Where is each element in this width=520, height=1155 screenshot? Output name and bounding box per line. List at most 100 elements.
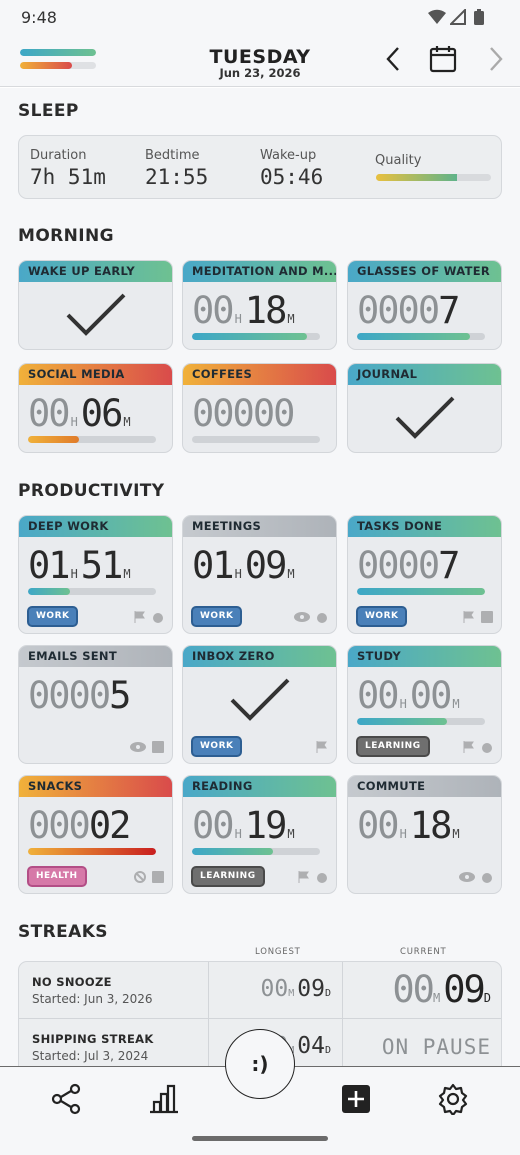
eye-icon	[294, 612, 310, 622]
card-mini-icons	[463, 741, 493, 753]
timer-value: 00 H 00 M	[357, 674, 460, 717]
card-mini-icons	[316, 741, 328, 753]
page-date: Jun 23, 2026	[219, 66, 301, 80]
checkmark-icon	[395, 396, 455, 439]
status-bar: 9:48	[0, 0, 520, 36]
card-mini-icons	[134, 871, 164, 883]
progress-bar	[28, 436, 156, 443]
card-journal[interactable]: JOURNAL	[347, 363, 502, 453]
checkmark-icon	[230, 678, 290, 721]
counter-value: 0000 5	[28, 674, 131, 717]
card-mini-icons	[298, 871, 328, 883]
signal-icon	[450, 9, 466, 25]
streak-started: Started: Jul 3, 2024	[32, 1049, 149, 1063]
progress-bar	[192, 333, 320, 340]
column-header-current: CURRENT	[400, 947, 447, 957]
card-mini-icons	[134, 611, 164, 623]
streak-started: Started: Jun 3, 2026	[32, 992, 153, 1006]
card-tasks-done[interactable]: TASKS DONE 0000 7 WORK	[347, 515, 502, 634]
flag-icon	[316, 741, 327, 753]
timer-icon	[317, 873, 327, 883]
card-reading[interactable]: READING 00 H 19 M LEARNING	[182, 775, 337, 894]
card-title: READING	[183, 776, 336, 797]
section-title-morning: MORNING	[18, 226, 114, 246]
card-coffees[interactable]: COFFEES 00000	[182, 363, 337, 453]
card-meetings[interactable]: MEETINGS 01 H 09 M WORK	[182, 515, 337, 634]
card-title: GLASSES OF WATER	[348, 261, 501, 282]
column-header-longest: LONGEST	[255, 947, 301, 957]
status-time: 9:48	[21, 8, 57, 27]
home-indicator[interactable]	[192, 1136, 328, 1141]
settings-button[interactable]	[433, 1079, 473, 1119]
add-button[interactable]	[336, 1079, 376, 1119]
progress-bar	[192, 848, 320, 855]
card-inbox-zero[interactable]: INBOX ZERO WORK	[182, 645, 337, 764]
streak-current-paused: ON PAUSE	[381, 1035, 491, 1059]
add-icon	[342, 1085, 370, 1113]
timer-value: 01 H 09 M	[192, 544, 295, 587]
section-title-streaks: STREAKS	[18, 922, 108, 942]
chart-icon	[481, 611, 493, 623]
progress-bar	[357, 588, 485, 595]
chart-icon	[152, 741, 164, 753]
progress-bar	[192, 436, 320, 443]
sleep-card[interactable]: Duration 7h 51m Bedtime 21:55 Wake-up 05…	[18, 135, 502, 199]
timer-value: 01 H 51 M	[28, 544, 131, 587]
page-title: TUESDAY	[209, 46, 311, 68]
card-study[interactable]: STUDY 00 H 00 M LEARNING	[347, 645, 502, 764]
eye-icon	[459, 872, 475, 882]
card-title: JOURNAL	[348, 364, 501, 385]
tag-learning: LEARNING	[191, 866, 265, 887]
card-deep-work[interactable]: DEEP WORK 01 H 51 M WORK	[18, 515, 173, 634]
timer-icon	[153, 613, 163, 623]
tag-work: WORK	[27, 606, 79, 627]
card-title: DEEP WORK	[19, 516, 172, 537]
eye-icon	[130, 742, 146, 752]
flag-icon	[463, 741, 474, 753]
card-glasses-of-water[interactable]: GLASSES OF WATER 0000 7	[347, 260, 502, 350]
next-day-button[interactable]	[481, 44, 511, 74]
chevron-left-icon	[386, 47, 399, 71]
counter-value: 000 02	[28, 804, 131, 847]
sleep-quality-label: Quality	[375, 153, 422, 168]
header: TUESDAY Jun 23, 2026	[0, 36, 520, 87]
prev-day-button[interactable]	[378, 44, 408, 74]
card-social-media[interactable]: SOCIAL MEDIA 00 H 06 M	[18, 363, 173, 453]
progress-bar	[357, 333, 485, 340]
card-commute[interactable]: COMMUTE 00 H 18 M	[347, 775, 502, 894]
flag-icon	[298, 871, 309, 883]
streak-name: NO SNOOZE	[32, 975, 112, 989]
card-title: WAKE UP EARLY	[19, 261, 172, 282]
progress-bar	[28, 848, 156, 855]
wifi-icon	[428, 9, 446, 24]
timer-value: 00 H 18 M	[192, 289, 295, 332]
card-wake-up-early[interactable]: WAKE UP EARLY	[18, 260, 173, 350]
main-content: SLEEP Duration 7h 51m Bedtime 21:55 Wake…	[0, 88, 520, 1066]
card-mini-icons	[294, 611, 328, 623]
counter-value: 0000 7	[357, 289, 460, 332]
counter-value: 0000 7	[357, 544, 460, 587]
mood-button[interactable]: :)	[225, 1029, 295, 1099]
sleep-duration-label: Duration	[30, 148, 87, 163]
sleep-wakeup-value: 05:46	[260, 165, 324, 189]
sleep-quality-bar	[376, 174, 491, 181]
card-snacks[interactable]: SNACKS 000 02 HEALTH	[18, 775, 173, 894]
card-title: COFFEES	[183, 364, 336, 385]
timer-icon	[482, 743, 492, 753]
share-button[interactable]	[46, 1079, 86, 1119]
counter-value: 00000	[192, 392, 295, 435]
progress-bar	[357, 718, 485, 725]
sleep-bedtime-label: Bedtime	[145, 148, 200, 163]
stats-button[interactable]	[144, 1079, 184, 1119]
streak-row[interactable]: NO SNOOZE Started: Jun 3, 2026 00 M 09 D 00…	[19, 962, 501, 1018]
chart-icon	[152, 871, 164, 883]
calendar-button[interactable]	[428, 44, 458, 74]
card-emails-sent[interactable]: EMAILS SENT 0000 5	[18, 645, 173, 764]
checkmark-icon	[66, 293, 126, 336]
timer-icon	[482, 873, 492, 883]
section-title-sleep: SLEEP	[18, 101, 79, 121]
battery-icon	[474, 9, 484, 25]
card-meditation[interactable]: MEDITATION AND M... 00 H 18 M	[182, 260, 337, 350]
flag-icon	[134, 611, 145, 623]
tag-work: WORK	[191, 606, 243, 627]
